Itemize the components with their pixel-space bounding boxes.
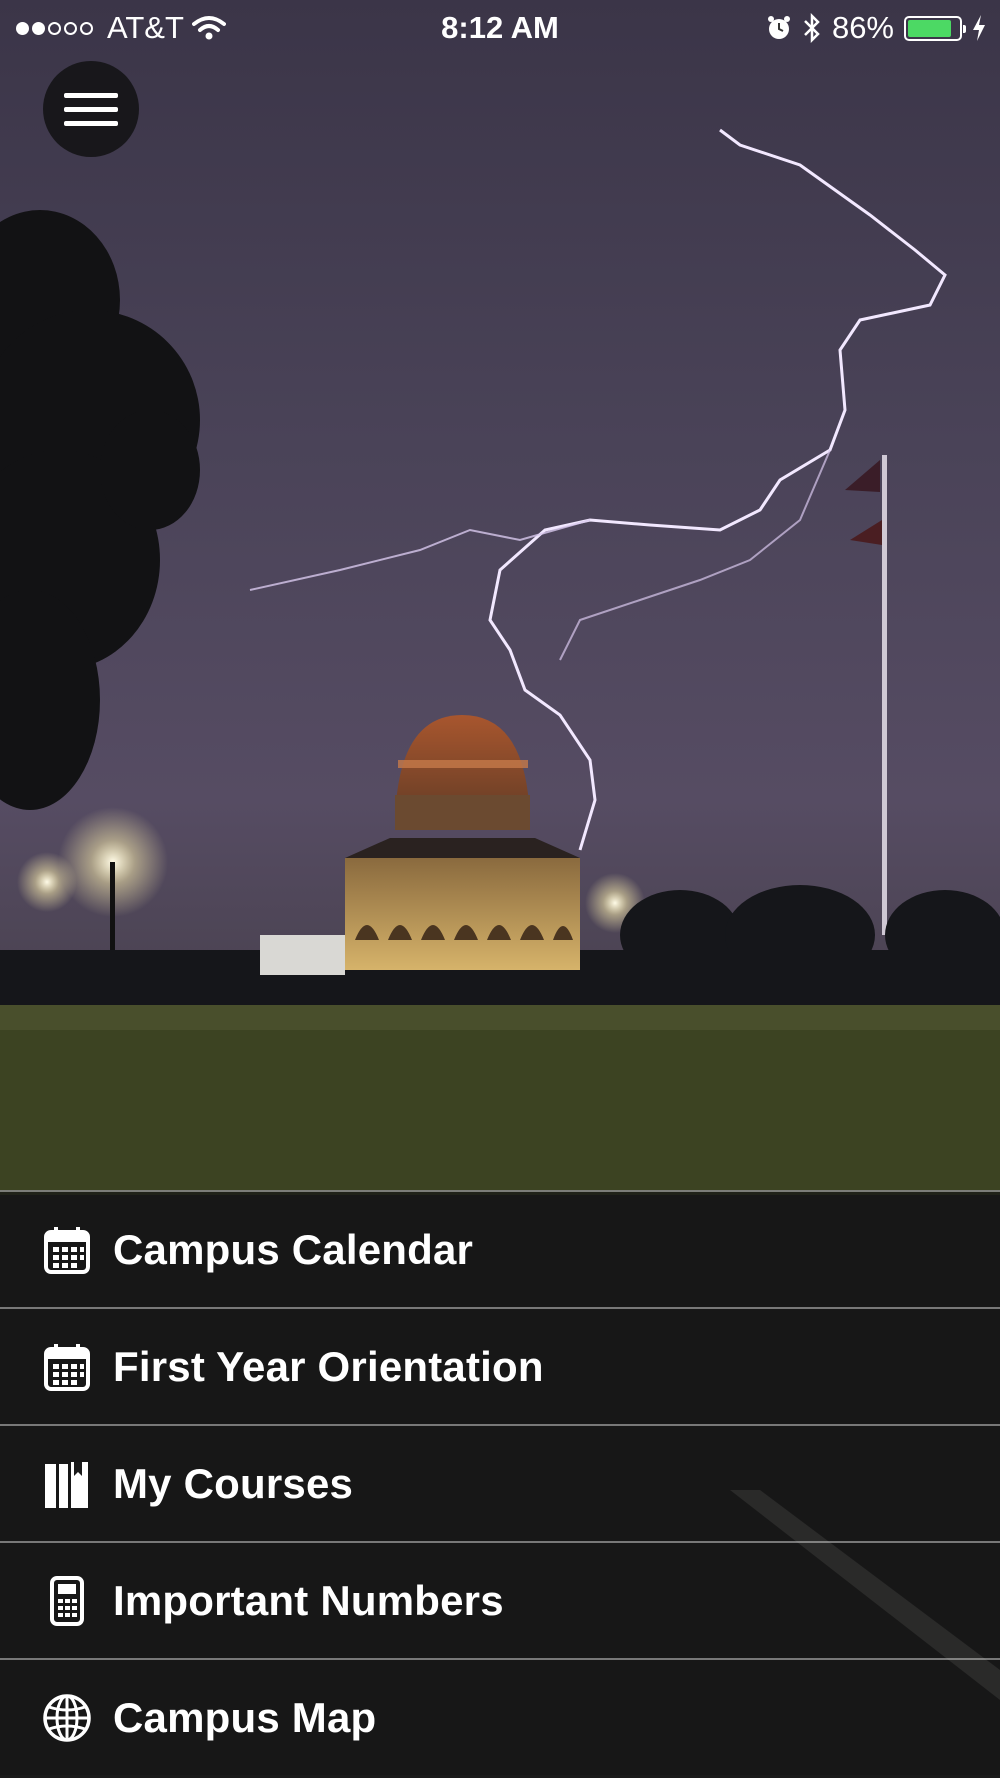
status-bar: AT&T 8:12 AM 86% xyxy=(0,0,1000,58)
nav-item-campus-map[interactable]: Campus Map xyxy=(0,1658,1000,1775)
white-building xyxy=(260,935,345,975)
books-icon xyxy=(41,1458,93,1510)
lightning-branch xyxy=(559,449,831,661)
domed-building xyxy=(345,715,580,970)
hamburger-line xyxy=(64,106,118,112)
lamp-glow xyxy=(17,852,77,912)
lawn xyxy=(0,1005,1000,1195)
nav-label: Campus Calendar xyxy=(113,1225,474,1273)
bluetooth-icon xyxy=(804,13,820,43)
calendar-icon xyxy=(41,1341,93,1393)
nav-item-important-numbers[interactable]: Important Numbers xyxy=(0,1541,1000,1658)
alarm-icon xyxy=(767,16,790,39)
flagpole xyxy=(882,455,887,935)
nav-label: Important Numbers xyxy=(113,1576,504,1624)
hamburger-line xyxy=(64,92,118,98)
tree-silhouette xyxy=(0,210,200,810)
battery-icon xyxy=(904,15,966,41)
charging-bolt-icon xyxy=(973,15,985,41)
nav-label: Campus Map xyxy=(113,1693,377,1741)
calendar-icon xyxy=(41,1224,93,1276)
battery-percent: 86% xyxy=(831,10,894,45)
phone-icon xyxy=(41,1575,93,1627)
lightning-branch xyxy=(249,519,591,591)
hamburger-line xyxy=(64,120,118,126)
nav-item-first-year-orientation[interactable]: First Year Orientation xyxy=(0,1307,1000,1424)
nav-item-my-courses[interactable]: My Courses xyxy=(0,1424,1000,1541)
battery-fill xyxy=(908,19,951,37)
status-right: 86% xyxy=(766,10,986,46)
nav-label: My Courses xyxy=(113,1459,354,1507)
flag xyxy=(850,520,882,545)
main-nav-list: Campus Calendar First Year Orientation M… xyxy=(0,1190,1000,1775)
nav-label: First Year Orientation xyxy=(113,1342,544,1390)
flag xyxy=(845,460,880,492)
globe-icon xyxy=(41,1692,93,1744)
nav-item-campus-calendar[interactable]: Campus Calendar xyxy=(0,1190,1000,1307)
hamburger-menu-button[interactable] xyxy=(43,61,139,157)
